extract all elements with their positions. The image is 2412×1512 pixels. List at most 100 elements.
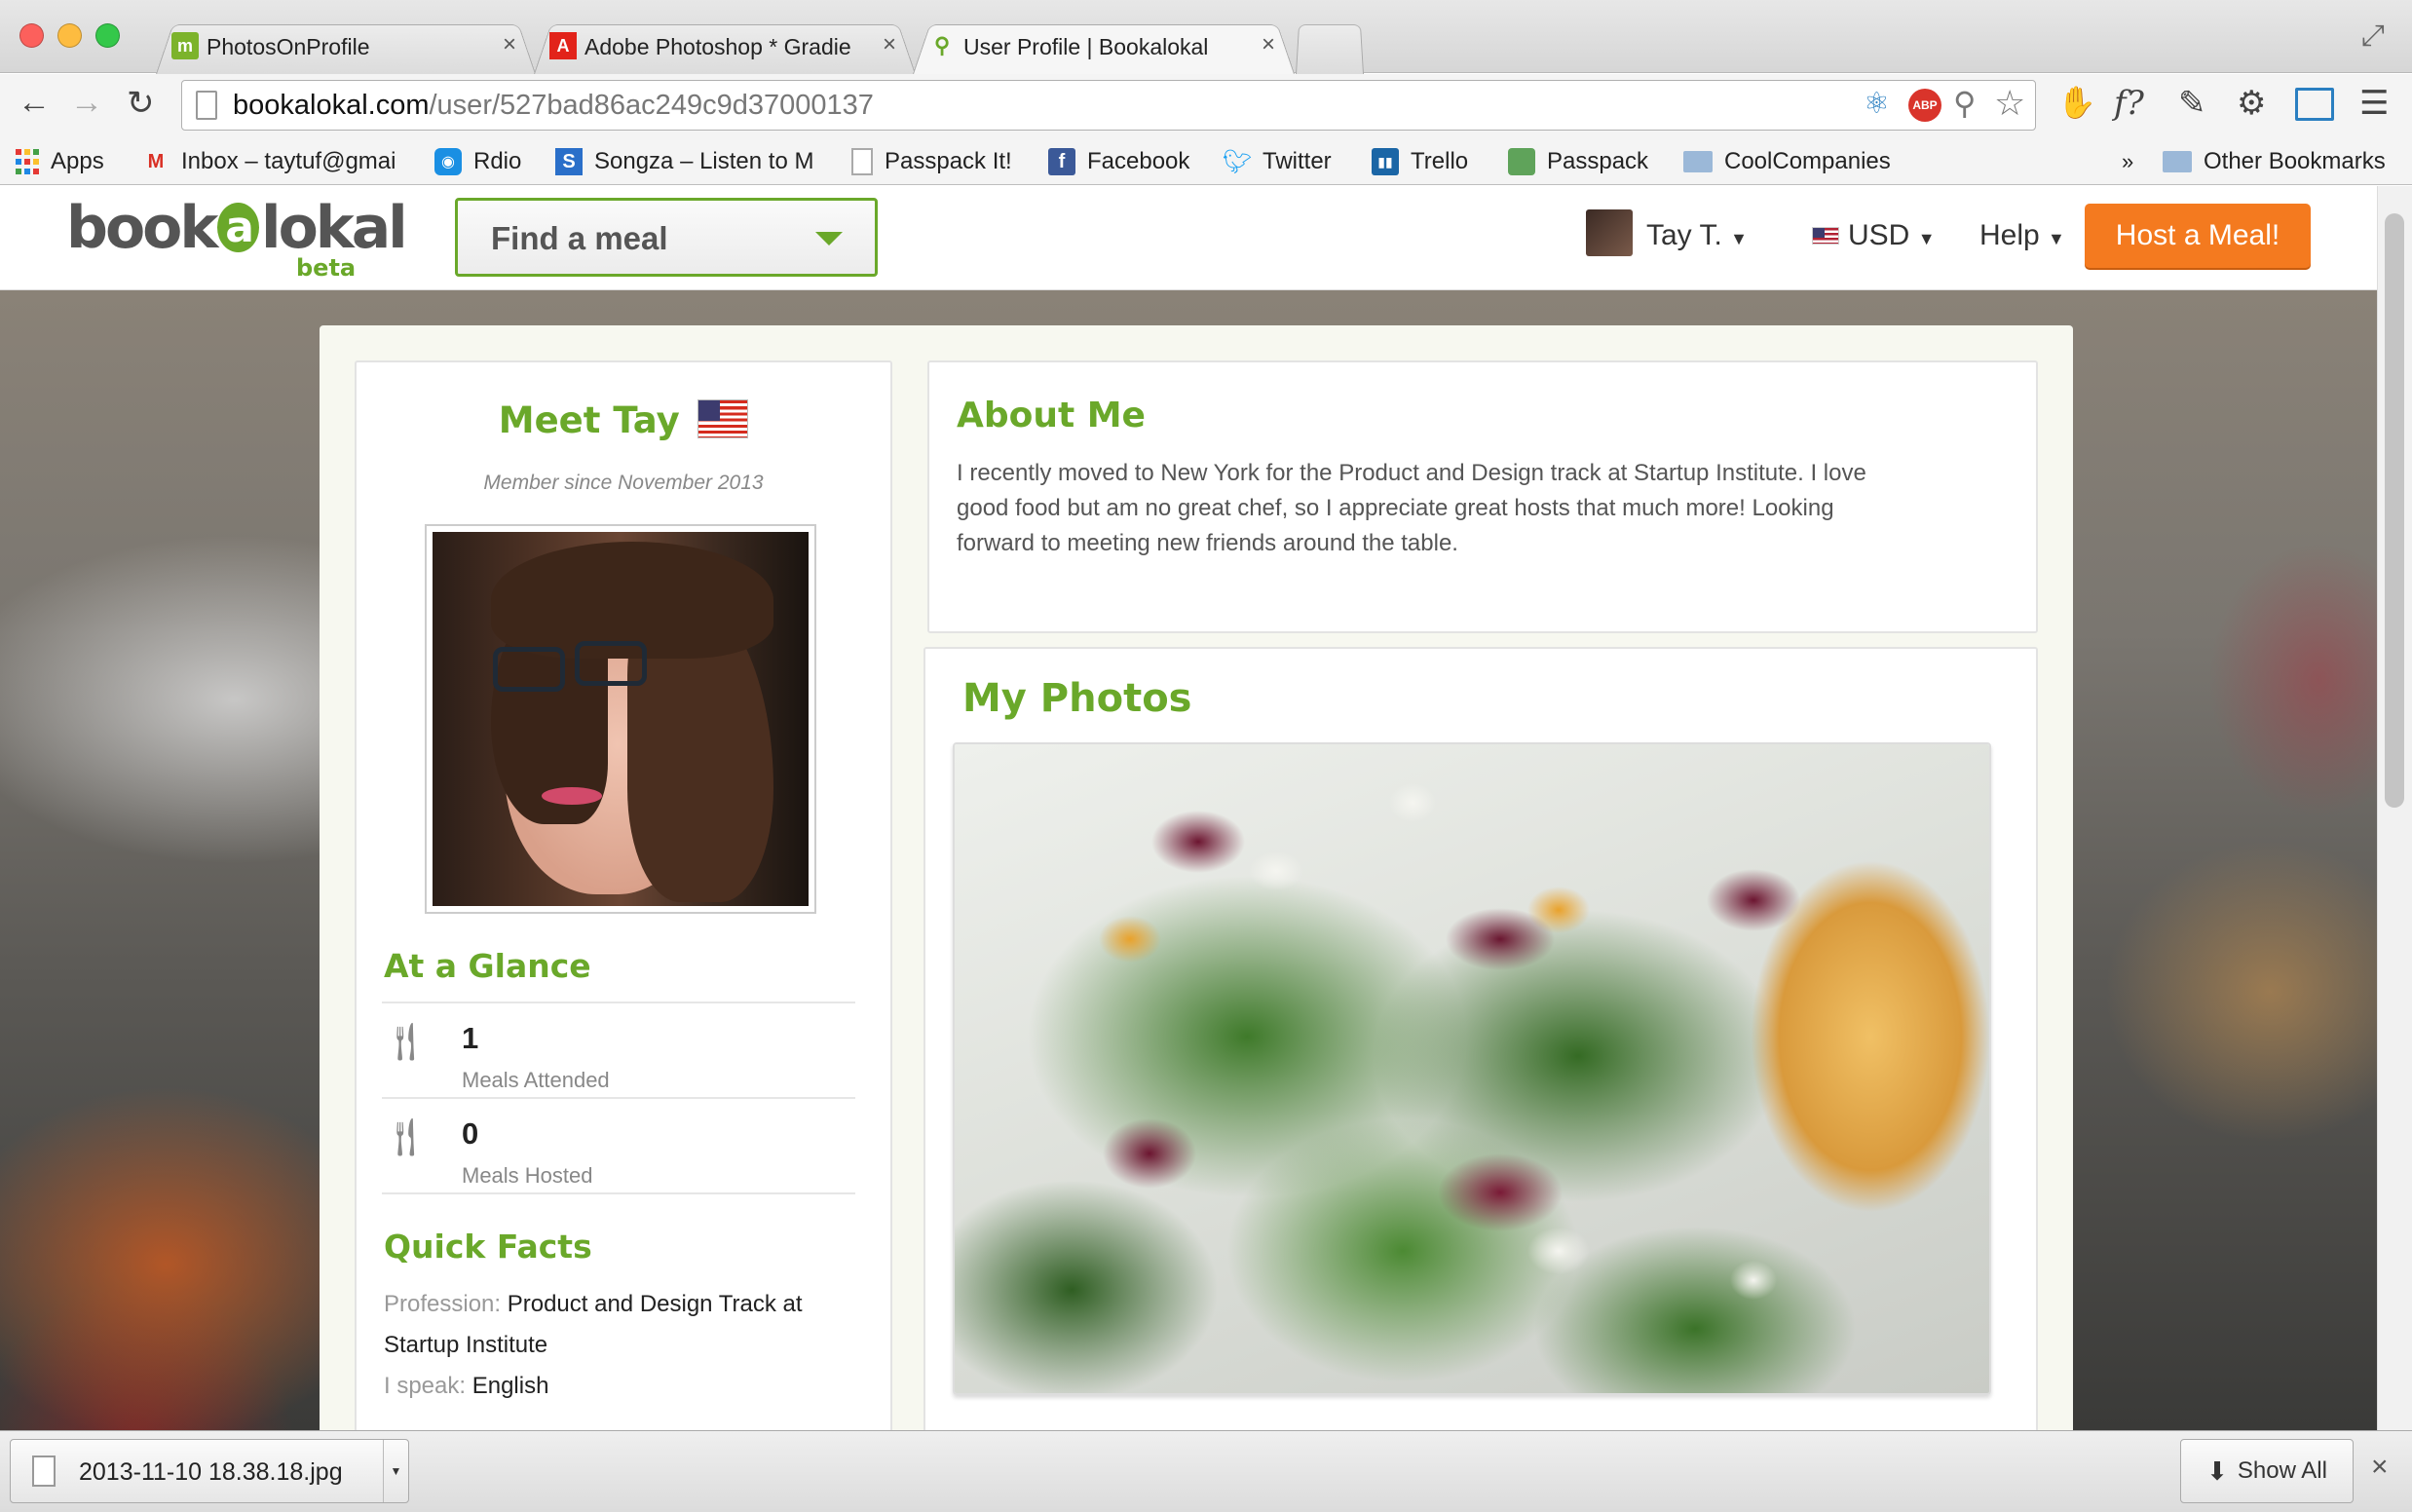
tab-photosonprofile[interactable]: m PhotosOnProfile × [156, 19, 536, 74]
bookmark-passpack-it[interactable]: Passpack It! [851, 138, 1046, 185]
forward-arrow-icon[interactable]: → [70, 84, 103, 122]
window-resizer-icon[interactable] [2295, 88, 2334, 121]
help-menu[interactable]: Help ▼ [1979, 219, 2065, 252]
evernote-icon[interactable]: ✋ [2057, 84, 2096, 121]
download-filename: 2013-11-10 18.38.18.jpg [79, 1458, 343, 1486]
meals-hosted-count: 0 [462, 1116, 479, 1151]
meet-heading: Meet Tay [357, 399, 890, 441]
meals-attended-label: Meals Attended [462, 1068, 610, 1092]
tab-user-profile[interactable]: ⚲ User Profile | Bookalokal × [913, 19, 1295, 74]
profession-label: Profession: [384, 1291, 502, 1317]
back-arrow-icon[interactable]: ← [18, 84, 51, 122]
adblock-icon[interactable]: ABP [1908, 89, 1941, 122]
fullscreen-icon[interactable]: ⤢ [2361, 19, 2385, 53]
whatfont-icon[interactable]: f? [2114, 84, 2144, 123]
bookmark-label: Apps [51, 148, 104, 174]
bookmark-trello[interactable]: ▮▮ Trello [1372, 138, 1489, 185]
bookmark-label: Rdio [473, 148, 522, 174]
folder-icon [2163, 151, 2192, 172]
profession-value: Product and Design Track at [507, 1291, 803, 1317]
other-bookmarks-folder[interactable]: Other Bookmarks [2163, 138, 2406, 185]
salad-photo[interactable] [953, 742, 1991, 1395]
us-flag-icon [1812, 227, 1839, 245]
browser-toolbar: ← → ↻ bookalokal.com/user/527bad86ac249c… [0, 74, 2412, 138]
bookmark-label: Inbox – taytuf@gmai [181, 148, 396, 174]
scrollbar[interactable] [2377, 186, 2412, 1430]
facebook-icon: f [1048, 148, 1075, 175]
bookmark-label: Songza – Listen to M [594, 148, 814, 174]
about-me-title: About Me [957, 396, 1146, 435]
beta-label: beta [296, 254, 357, 282]
page-icon [196, 91, 217, 120]
show-all-button[interactable]: ⬇ Show All [2180, 1439, 2354, 1503]
profile-panel: Meet Tay Member since November 2013 At a… [320, 325, 2073, 1446]
fork-knife-icon: 🍴︎ [382, 1117, 430, 1158]
find-meal-dropdown[interactable]: Find a meal [455, 198, 878, 277]
download-menu-chevron-icon[interactable]: ▼ [383, 1440, 408, 1502]
eyedropper-icon[interactable]: ✎ [2178, 84, 2206, 123]
minimize-window-button[interactable] [57, 23, 82, 48]
profile-photo [425, 524, 816, 914]
bookmark-facebook[interactable]: f Facebook [1048, 138, 1204, 185]
bookmark-rdio[interactable]: ◉ Rdio [434, 138, 551, 185]
avatar[interactable] [1586, 209, 1633, 256]
divider [382, 1097, 855, 1099]
chevron-down-icon [815, 232, 843, 246]
quick-facts: Profession: Product and Design Track at … [384, 1284, 851, 1407]
bookmark-label: Other Bookmarks [2204, 148, 2386, 174]
fork-knife-icon: 🍴︎ [382, 1022, 430, 1063]
divider [382, 1002, 855, 1003]
quick-facts-title: Quick Facts [384, 1228, 592, 1266]
find-meal-label: Find a meal [491, 220, 668, 256]
page-icon [851, 148, 873, 175]
user-menu[interactable]: Tay T. ▼ [1646, 219, 1748, 252]
profession-value-cont: Startup Institute [384, 1332, 548, 1358]
bookalokal-logo[interactable]: book a lokal beta [66, 194, 408, 282]
divider [382, 1192, 855, 1194]
menu-icon[interactable]: ☰ [2359, 84, 2389, 123]
star-icon[interactable]: ☆ [1994, 83, 2025, 124]
bookmarks-bar: Apps M Inbox – taytuf@gmai ◉ Rdio S Songza … [0, 138, 2412, 185]
trello-icon: ▮▮ [1372, 148, 1399, 175]
bookmark-passpack[interactable]: Passpack [1508, 138, 1654, 185]
my-photos-card: My Photos [923, 647, 2038, 1446]
search-icon[interactable]: ⚲ [1953, 85, 1976, 122]
bookalokal-icon: ⚲ [933, 33, 951, 57]
my-photos-title: My Photos [962, 676, 1192, 721]
apps-grid-icon [16, 148, 39, 175]
speak-label: I speak: [384, 1373, 467, 1399]
zoom-window-button[interactable] [95, 23, 120, 48]
close-window-button[interactable] [19, 23, 44, 48]
reload-icon[interactable]: ↻ [127, 84, 155, 123]
close-tab-icon[interactable]: × [503, 31, 516, 58]
gear-icon[interactable]: ⚙ [2237, 84, 2266, 123]
currency-menu[interactable]: USD ▼ [1848, 219, 1936, 252]
browser-titlebar: m PhotosOnProfile × A Adobe Photoshop * … [0, 0, 2412, 74]
new-tab-button[interactable] [1296, 19, 1364, 74]
bookmark-twitter[interactable]: 🐦︎ Twitter [1224, 138, 1360, 185]
close-tab-icon[interactable]: × [883, 31, 896, 58]
meals-attended-count: 1 [462, 1021, 479, 1055]
url-text: bookalokal.com/user/527bad86ac249c9d3700… [233, 90, 874, 121]
site-header: book a lokal beta Find a meal Tay T. ▼ USD… [0, 186, 2377, 290]
bookmark-songza[interactable]: S Songza – Listen to M [555, 138, 822, 185]
bookmark-coolcompanies[interactable]: CoolCompanies [1683, 138, 1907, 185]
bookmark-gmail[interactable]: M Inbox – taytuf@gmai [142, 138, 405, 185]
speak-value: English [471, 1373, 549, 1399]
close-downloads-icon[interactable]: × [2371, 1451, 2389, 1484]
folder-icon [1683, 151, 1713, 172]
tab-title: Adobe Photoshop * Gradie [584, 33, 851, 59]
extension-network-icon[interactable]: ⚛ [1864, 87, 1890, 121]
address-bar[interactable]: bookalokal.com/user/527bad86ac249c9d3700… [181, 80, 2036, 131]
scrollbar-thumb[interactable] [2385, 213, 2404, 808]
bookmark-apps[interactable]: Apps [16, 138, 132, 185]
host-meal-button[interactable]: Host a Meal! [2085, 204, 2311, 268]
tab-photoshop[interactable]: A Adobe Photoshop * Gradie × [534, 19, 916, 74]
bookmark-label: Facebook [1087, 148, 1190, 174]
file-icon [32, 1455, 56, 1487]
download-item[interactable]: 2013-11-10 18.38.18.jpg ▼ [10, 1439, 409, 1503]
download-arrow-icon: ⬇ [2206, 1455, 2228, 1486]
twitter-icon: 🐦︎ [1224, 148, 1253, 175]
bookmarks-overflow-button[interactable]: » [2122, 138, 2145, 185]
close-tab-icon[interactable]: × [1262, 31, 1275, 58]
